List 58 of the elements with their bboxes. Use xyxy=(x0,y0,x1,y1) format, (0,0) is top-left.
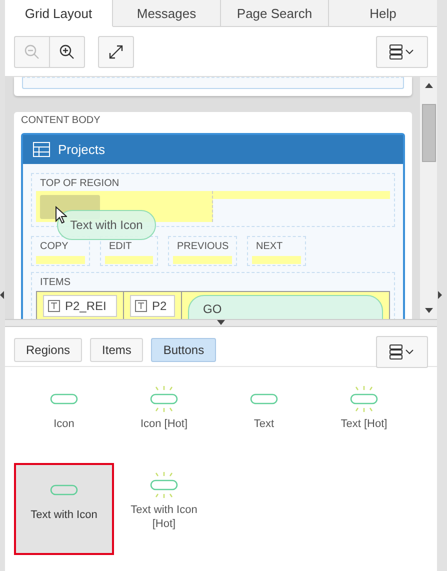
field-icon xyxy=(48,300,60,312)
item-name: P2 xyxy=(152,299,167,313)
button-template[interactable]: Text xyxy=(214,377,314,463)
position-label: NEXT xyxy=(255,240,284,253)
dragged-button[interactable]: Text with Icon xyxy=(57,210,156,240)
expand-icon xyxy=(108,44,124,60)
region-title: Projects xyxy=(58,142,105,157)
template-label: Text [Hot] xyxy=(340,417,388,431)
drop-slot xyxy=(173,256,232,264)
template-label: Icon xyxy=(52,417,76,431)
zoom-in-button[interactable] xyxy=(50,36,85,68)
menu-button[interactable] xyxy=(376,336,428,368)
button-template[interactable]: Icon [Hot] xyxy=(114,377,214,463)
template-label: Text with Icon xyxy=(30,508,98,522)
zoom-in-icon xyxy=(59,44,75,60)
scroll-down-icon[interactable] xyxy=(424,308,432,313)
drop-slot xyxy=(252,256,301,264)
button-template[interactable]: Text [Hot] xyxy=(314,377,414,463)
position-label: TOP OF REGION xyxy=(39,177,120,190)
right-arrow-icon[interactable] xyxy=(438,291,442,299)
section-label: CONTENT BODY xyxy=(21,115,102,127)
button-template[interactable]: Text with Icon [Hot] xyxy=(114,463,214,549)
expand-button[interactable] xyxy=(98,36,134,68)
page-item[interactable]: P2_REI xyxy=(43,295,117,317)
scrollbar[interactable] xyxy=(420,77,437,319)
tab[interactable]: Help xyxy=(329,0,437,27)
button-template[interactable]: Text with Icon xyxy=(14,463,114,555)
menu-button[interactable] xyxy=(376,36,428,68)
filter-button[interactable]: Regions xyxy=(14,338,82,362)
position-label: PREVIOUS xyxy=(176,240,230,253)
cursor-icon xyxy=(55,206,67,224)
item-name: P2_REI xyxy=(65,299,106,313)
menu-icon xyxy=(389,344,415,360)
zoom-out-icon xyxy=(24,44,40,60)
glowing-button-icon xyxy=(150,471,178,499)
template-label: Text with Icon [Hot] xyxy=(130,503,198,531)
menu-icon xyxy=(389,44,415,60)
filter-button[interactable]: Items xyxy=(90,338,144,362)
template-label: Text xyxy=(252,417,276,431)
drop-slot xyxy=(105,256,153,264)
tab[interactable]: Messages xyxy=(113,0,221,27)
scroll-thumb[interactable] xyxy=(422,104,436,162)
page-item[interactable]: P2 xyxy=(130,295,175,317)
position-label: ITEMS xyxy=(39,276,72,289)
table-icon xyxy=(33,142,50,157)
go-button[interactable]: GO xyxy=(188,295,383,319)
field-icon xyxy=(135,300,147,312)
glowing-button-icon xyxy=(150,385,178,413)
scroll-up-icon[interactable] xyxy=(424,83,432,88)
template-label: Icon [Hot] xyxy=(139,417,189,431)
drop-slot xyxy=(36,256,85,264)
filter-button[interactable]: Buttons xyxy=(151,338,216,362)
position-label: COPY xyxy=(39,240,70,253)
glowing-button-icon xyxy=(350,385,378,413)
position-label: EDIT xyxy=(108,240,133,253)
button-template[interactable]: Icon xyxy=(14,377,114,463)
left-arrow-icon[interactable] xyxy=(0,291,4,299)
tab[interactable]: Page Search xyxy=(221,0,329,27)
